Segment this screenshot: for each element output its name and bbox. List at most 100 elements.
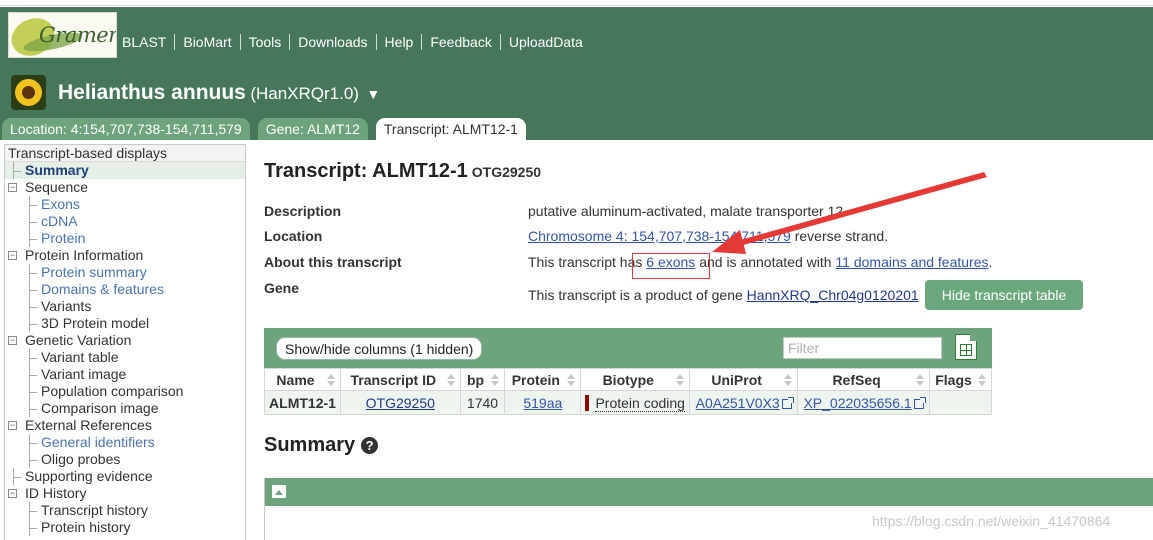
sidebar-item-sequence[interactable]: − Sequence xyxy=(5,179,245,196)
nav-feedback[interactable]: Feedback xyxy=(422,33,499,51)
nav-separator xyxy=(174,34,176,50)
external-link-icon[interactable] xyxy=(913,396,926,409)
sidebar-item-label: Sequence xyxy=(25,179,89,195)
sunflower-core xyxy=(22,86,35,99)
column-header-name[interactable]: Name xyxy=(264,368,341,391)
nav-blast[interactable]: BLAST xyxy=(122,33,174,51)
nav-biomart[interactable]: BioMart xyxy=(175,33,239,51)
sidebar-item-oligo-probes[interactable]: Oligo probes xyxy=(5,451,245,468)
caret-down-icon[interactable]: ▼ xyxy=(366,86,380,102)
nav-help[interactable]: Help xyxy=(377,33,422,51)
species-selector[interactable]: Helianthus annuus (HanXRQr1.0) ▼ xyxy=(58,81,380,105)
tree-line xyxy=(29,443,37,444)
sidebar-item-transcript-history[interactable]: Transcript history xyxy=(5,502,245,519)
sidebar-item-label: Protein Information xyxy=(25,247,144,263)
tree-line xyxy=(29,290,37,291)
collapse-toggle-icon[interactable]: − xyxy=(8,489,17,498)
tree-line xyxy=(29,205,37,206)
sort-icon[interactable] xyxy=(491,374,500,386)
column-header-bp[interactable]: bp xyxy=(459,368,506,391)
external-link-icon[interactable] xyxy=(781,396,794,409)
collapse-toggle-icon[interactable]: − xyxy=(8,251,17,260)
table-filter-input[interactable] xyxy=(783,337,942,359)
show-hide-columns-button[interactable]: Show/hide columns (1 hidden) xyxy=(276,337,483,360)
gene-value: This transcript is a product of gene Han… xyxy=(528,287,919,303)
sidebar-item-protein-summary[interactable]: Protein summary xyxy=(5,264,245,281)
page-title-text: Transcript: ALMT12-1 xyxy=(264,160,468,182)
sidebar-item-variant-table[interactable]: Variant table xyxy=(5,349,245,366)
tab-location[interactable]: Location: 4:154,707,738-154,711,579 xyxy=(2,118,250,140)
help-icon[interactable]: ? xyxy=(361,437,379,454)
column-header-text: Protein xyxy=(511,371,560,388)
sidebar-item-label: Genetic Variation xyxy=(25,332,132,348)
biotype-text[interactable]: Protein coding xyxy=(595,394,685,412)
species-assembly: (HanXRQr1.0) xyxy=(250,84,359,103)
sort-icon[interactable] xyxy=(567,374,576,386)
sidebar-item-population-comparison[interactable]: Population comparison xyxy=(5,383,245,400)
sort-icon[interactable] xyxy=(784,374,793,386)
sidebar-item-label: Variants xyxy=(41,298,92,314)
sidebar-item-id-history[interactable]: − ID History xyxy=(5,485,245,502)
column-header-transcript-id[interactable]: Transcript ID xyxy=(339,368,461,391)
refseq-link[interactable]: XP_022035656.1 xyxy=(803,395,911,411)
table-header-row: Name Transcript ID bp Protein Biotype Un… xyxy=(264,368,992,391)
sort-icon[interactable] xyxy=(916,374,925,386)
sidebar-item-label: General identifiers xyxy=(41,434,155,450)
tree-line xyxy=(29,358,37,359)
gene-link[interactable]: HannXRQ_Chr04g0120201 xyxy=(747,287,919,303)
sort-icon[interactable] xyxy=(978,374,986,386)
sidebar-item-label: Transcript history xyxy=(41,502,148,518)
collapse-toggle-icon[interactable]: − xyxy=(8,421,17,430)
protein-link[interactable]: 519aa xyxy=(523,395,562,411)
sort-icon[interactable] xyxy=(446,374,455,386)
sidebar-item-domains-features[interactable]: Domains & features xyxy=(5,281,245,298)
nav-separator xyxy=(375,34,377,50)
sidebar-item-comparison-image[interactable]: Comparison image xyxy=(5,400,245,417)
column-header-text: Biotype xyxy=(602,371,654,388)
sidebar-item-protein[interactable]: Protein xyxy=(5,230,245,247)
column-header-uniprot[interactable]: UniProt xyxy=(689,368,799,391)
nav-tools[interactable]: Tools xyxy=(241,33,290,51)
uniprot-link[interactable]: A0A251V0X3 xyxy=(696,395,780,411)
sidebar-item-genetic-variation[interactable]: − Genetic Variation xyxy=(5,332,245,349)
sidebar-item-3d-protein-model[interactable]: 3D Protein model xyxy=(5,315,245,332)
gramene-logo[interactable]: Gramene xyxy=(8,12,117,58)
nav-separator xyxy=(239,34,241,50)
sort-icon[interactable] xyxy=(676,374,685,386)
tree-line xyxy=(29,511,37,512)
image-export-icon[interactable] xyxy=(272,485,286,498)
transcript-stable-id: OTG29250 xyxy=(471,164,542,180)
collapse-toggle-icon[interactable]: − xyxy=(8,183,17,192)
column-header-text: UniProt xyxy=(711,371,762,388)
sidebar-item-exons[interactable]: Exons xyxy=(5,196,245,213)
sunflower-icon[interactable] xyxy=(11,75,46,110)
sidebar-item-external-references[interactable]: − External References xyxy=(5,417,245,434)
collapse-toggle-icon[interactable]: − xyxy=(8,336,17,345)
hide-transcript-table-button[interactable]: Hide transcript table xyxy=(925,280,1083,310)
sidebar-item-protein-history[interactable]: Protein history xyxy=(5,519,245,536)
tree-line xyxy=(29,239,37,240)
sidebar-item-summary[interactable]: Summary xyxy=(5,162,245,179)
transcript-table: Name Transcript ID bp Protein Biotype Un… xyxy=(264,368,992,415)
tab-transcript[interactable]: Transcript: ALMT12-1 xyxy=(375,118,526,140)
sort-icon[interactable] xyxy=(326,374,335,386)
nav-uploaddata[interactable]: UploadData xyxy=(501,33,591,51)
sidebar-item-cdna[interactable]: cDNA xyxy=(5,213,245,230)
sidebar-item-variants[interactable]: Variants xyxy=(5,298,245,315)
sidebar-item-variant-image[interactable]: Variant image xyxy=(5,366,245,383)
summary-heading-text: Summary xyxy=(264,434,356,456)
sidebar-item-protein-information[interactable]: − Protein Information xyxy=(5,247,245,264)
column-header-text: RefSeq xyxy=(832,371,881,388)
page: Gramene BLAST BioMart Tools Downloads He… xyxy=(0,0,1153,540)
column-header-protein[interactable]: Protein xyxy=(504,368,582,391)
tree-line xyxy=(29,375,37,376)
sidebar-item-supporting-evidence[interactable]: Supporting evidence xyxy=(5,468,245,485)
transcript-id-link[interactable]: OTG29250 xyxy=(366,395,435,411)
tab-gene[interactable]: Gene: ALMT12 xyxy=(257,118,368,140)
nav-downloads[interactable]: Downloads xyxy=(290,33,375,51)
column-header-biotype[interactable]: Biotype xyxy=(580,368,691,391)
excel-export-icon[interactable] xyxy=(955,334,977,360)
sidebar-item-general-identifiers[interactable]: General identifiers xyxy=(5,434,245,451)
column-header-refseq[interactable]: RefSeq xyxy=(797,368,931,391)
column-header-flags[interactable]: Flags xyxy=(929,368,992,391)
